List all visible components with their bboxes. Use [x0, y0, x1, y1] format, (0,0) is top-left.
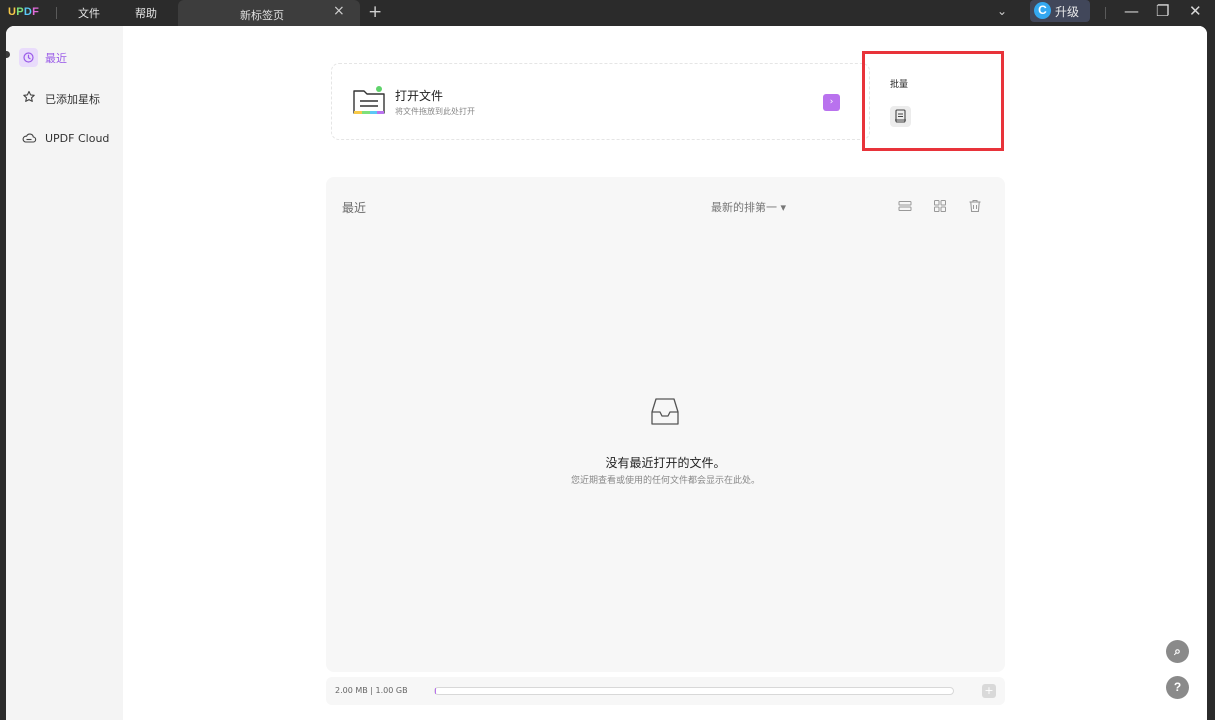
add-storage-button[interactable]: +: [982, 684, 996, 698]
chevron-down-icon[interactable]: ⌄: [997, 4, 1007, 18]
cloud-icon: [21, 130, 37, 146]
open-file-title: 打开文件: [395, 89, 444, 103]
trash-icon[interactable]: [967, 198, 983, 214]
menu-file[interactable]: 文件: [78, 5, 100, 21]
folder-icon: [352, 85, 386, 117]
empty-state-title: 没有最近打开的文件。: [605, 456, 726, 470]
menu-help[interactable]: 帮助: [135, 5, 157, 21]
batch-document-icon[interactable]: [890, 106, 911, 127]
sort-dropdown[interactable]: 最新的排第一 ▾: [711, 199, 786, 215]
search-icon[interactable]: ⌕: [1166, 640, 1189, 663]
sidebar-item-label: 已添加星标: [45, 93, 100, 106]
clock-icon: [19, 48, 38, 67]
upgrade-button[interactable]: C 升级: [1030, 0, 1090, 22]
upgrade-label: 升级: [1055, 5, 1080, 19]
inbox-icon: [648, 396, 682, 428]
content-area: 打开文件 将文件拖放到此处打开 › 批量 最近 最新的排第一 ▾ 没有最近打开的…: [123, 26, 1207, 720]
sidebar-item-label: UPDF Cloud: [45, 132, 110, 145]
grid-view-icon[interactable]: [932, 198, 948, 214]
sidebar-item-cloud[interactable]: UPDF Cloud: [16, 127, 116, 151]
storage-progress-fill: [435, 688, 437, 694]
tab-new-tab[interactable]: 新标签页 ×: [178, 0, 360, 26]
minimize-button[interactable]: —: [1124, 2, 1139, 20]
storage-bar: 2.00 MB | 1.00 GB +: [326, 677, 1005, 705]
star-icon: [21, 89, 37, 105]
sidebar-collapse-handle[interactable]: [6, 51, 10, 58]
sort-label: 最新的排第一: [711, 201, 777, 214]
sidebar-item-label: 最近: [45, 52, 67, 65]
open-file-arrow-button[interactable]: ›: [823, 94, 840, 111]
batch-title: 批量: [890, 80, 909, 90]
sort-caret-icon: ▾: [780, 201, 787, 214]
open-file-subtitle: 将文件拖放到此处打开: [395, 107, 475, 116]
recent-title: 最近: [342, 201, 367, 215]
sidebar-item-starred[interactable]: 已添加星标: [16, 86, 116, 110]
title-bar: UPDF 文件 帮助 新标签页 × + ⌄ C 升级 — ❐ ✕: [0, 0, 1215, 26]
storage-usage-text: 2.00 MB | 1.00 GB: [335, 686, 408, 695]
list-view-icon[interactable]: [897, 198, 913, 214]
restore-button[interactable]: ❐: [1156, 2, 1169, 20]
close-button[interactable]: ✕: [1189, 2, 1202, 20]
recent-panel: 最近 最新的排第一 ▾ 没有最近打开的文件。 您近期查看或使用的任何文件都会显示…: [326, 177, 1005, 672]
app-logo: UPDF: [8, 6, 40, 18]
new-tab-button[interactable]: +: [368, 2, 382, 22]
help-icon[interactable]: ?: [1166, 676, 1189, 699]
sidebar-item-recent[interactable]: 最近: [19, 45, 81, 69]
empty-state-subtitle: 您近期查看或使用的任何文件都会显示在此处。: [570, 476, 760, 486]
tab-close-icon[interactable]: ×: [333, 3, 345, 19]
tab-title: 新标签页: [240, 9, 284, 22]
batch-card[interactable]: 批量: [873, 56, 998, 142]
open-file-card[interactable]: 打开文件 将文件拖放到此处打开 ›: [331, 63, 870, 140]
title-separator: [56, 7, 57, 19]
sidebar: 最近 已添加星标 UPDF Cloud: [6, 26, 123, 720]
title-separator: [1105, 7, 1106, 19]
main-window: 最近 已添加星标 UPDF Cloud 打开文件 将文件拖放到此处打开 › 批量…: [6, 26, 1207, 720]
upgrade-icon: C: [1034, 2, 1051, 19]
storage-progress-track: [434, 687, 954, 695]
